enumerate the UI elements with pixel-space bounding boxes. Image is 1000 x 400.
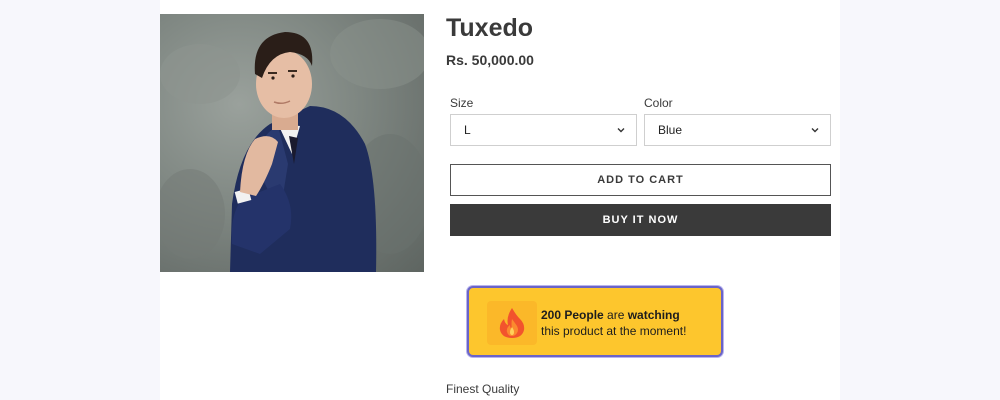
size-label: Size xyxy=(450,96,474,110)
fire-icon xyxy=(499,308,525,338)
description-text: Finest Quality xyxy=(446,382,520,396)
color-label: Color xyxy=(644,96,673,110)
color-select-value: Blue xyxy=(658,123,683,137)
product-image[interactable] xyxy=(160,14,424,272)
watching-count: 200 People xyxy=(541,308,604,322)
product-price: Rs. 50,000.00 xyxy=(446,52,534,68)
watching-are: are xyxy=(603,308,628,322)
watching-word: watching xyxy=(627,308,680,322)
watching-badge: 200 People are watching this product at … xyxy=(467,286,723,357)
product-title: Tuxedo xyxy=(446,14,534,42)
chevron-down-icon xyxy=(617,128,625,133)
color-select[interactable]: Blue xyxy=(644,114,831,146)
fire-icon-tile xyxy=(487,301,537,345)
size-select[interactable]: L xyxy=(450,114,637,146)
watching-count-text: 200 People are watching xyxy=(541,308,680,322)
chevron-down-icon xyxy=(811,128,819,133)
add-to-cart-button[interactable]: ADD TO CART xyxy=(450,164,831,196)
buy-now-button[interactable]: BUY IT NOW xyxy=(450,204,831,236)
model-illustration xyxy=(160,19,424,272)
watching-subtext: this product at the moment! xyxy=(541,324,687,338)
size-select-value: L xyxy=(464,123,471,137)
